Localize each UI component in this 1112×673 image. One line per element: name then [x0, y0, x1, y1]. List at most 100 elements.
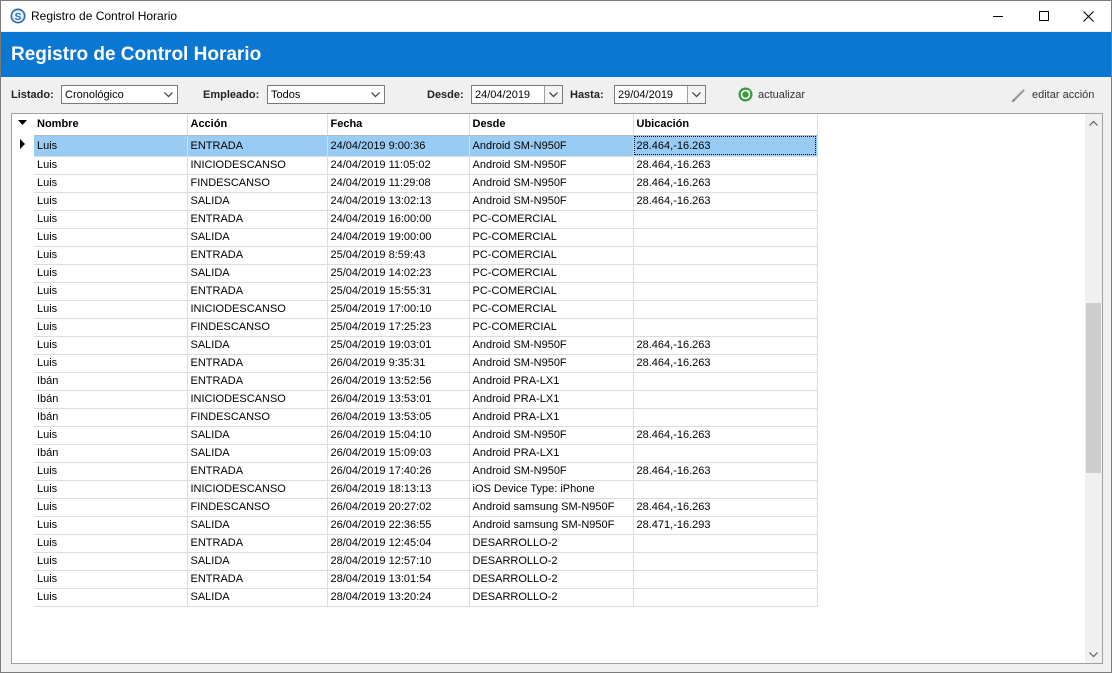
cell-ubicacion[interactable] — [633, 408, 818, 427]
row-header[interactable] — [12, 570, 34, 588]
cell-accion[interactable]: ENTRADA — [187, 372, 328, 391]
cell-nombre[interactable]: Luis — [34, 336, 188, 355]
table-row[interactable]: Luis SALIDA 24/04/2019 19:00:00 PC-COMERCIA… — [12, 228, 818, 247]
row-header[interactable] — [12, 192, 34, 210]
cell-nombre[interactable]: Luis — [34, 588, 188, 607]
table-row[interactable]: Luis SALIDA 25/04/2019 14:02:23 PC-COMERCIA… — [12, 264, 818, 283]
table-row[interactable]: Luis ENTRADA 26/04/2019 17:40:26 Android SM… — [12, 462, 818, 481]
row-header[interactable] — [12, 156, 34, 174]
desde-date-picker[interactable]: 24/04/2019 — [471, 85, 563, 104]
cell-accion[interactable]: ENTRADA — [187, 210, 328, 229]
cell-accion[interactable]: SALIDA — [187, 264, 328, 283]
cell-nombre[interactable]: Luis — [34, 516, 188, 535]
cell-ubicacion[interactable] — [633, 390, 818, 409]
cell-ubicacion[interactable] — [633, 264, 818, 283]
cell-fecha[interactable]: 26/04/2019 15:09:03 — [327, 444, 470, 463]
cell-fecha[interactable]: 28/04/2019 13:20:24 — [327, 588, 470, 607]
cell-nombre[interactable]: Luis — [34, 210, 188, 229]
column-header-accion[interactable]: Acción — [187, 114, 328, 136]
cell-desde[interactable]: Android SM-N950F — [469, 192, 634, 211]
cell-ubicacion[interactable]: 28.464,-16.263 — [633, 426, 818, 445]
cell-ubicacion[interactable] — [633, 588, 818, 607]
cell-ubicacion[interactable] — [633, 228, 818, 247]
scroll-up-button[interactable] — [1085, 114, 1102, 131]
maximize-button[interactable] — [1021, 1, 1067, 31]
cell-fecha[interactable]: 25/04/2019 15:55:31 — [327, 282, 470, 301]
cell-accion[interactable]: SALIDA — [187, 426, 328, 445]
column-header-desde[interactable]: Desde — [469, 114, 634, 136]
cell-nombre[interactable]: Luis — [34, 192, 188, 211]
cell-desde[interactable]: DESARROLLO-2 — [469, 552, 634, 571]
cell-ubicacion[interactable]: 28.464,-16.263 — [633, 336, 818, 355]
cell-nombre[interactable]: Luis — [34, 264, 188, 283]
cell-desde[interactable]: PC-COMERCIAL — [469, 246, 634, 265]
cell-desde[interactable]: Android SM-N950F — [469, 462, 634, 481]
table-row[interactable]: Luis ENTRADA 24/04/2019 9:00:36 Android SM-… — [12, 135, 818, 157]
row-header[interactable] — [12, 264, 34, 282]
cell-desde[interactable]: Android SM-N950F — [469, 336, 634, 355]
cell-nombre[interactable]: Luis — [34, 552, 188, 571]
cell-ubicacion[interactable] — [633, 480, 818, 499]
cell-desde[interactable]: Android PRA-LX1 — [469, 390, 634, 409]
cell-accion[interactable]: FINDESCANSO — [187, 174, 328, 193]
table-row[interactable]: Luis ENTRADA 25/04/2019 15:55:31 PC-COMERCI… — [12, 282, 818, 301]
cell-nombre[interactable]: Luis — [34, 318, 188, 337]
vertical-scrollbar[interactable] — [1085, 114, 1102, 663]
cell-desde[interactable]: PC-COMERCIAL — [469, 318, 634, 337]
hasta-date-picker[interactable]: 29/04/2019 — [614, 85, 706, 104]
cell-desde[interactable]: DESARROLLO-2 — [469, 588, 634, 607]
cell-fecha[interactable]: 25/04/2019 17:00:10 — [327, 300, 470, 319]
cell-fecha[interactable]: 28/04/2019 12:45:04 — [327, 534, 470, 553]
table-row[interactable]: Luis FINDESCANSO 26/04/2019 20:27:02 Androi… — [12, 498, 818, 517]
cell-nombre[interactable]: Luis — [34, 246, 188, 265]
row-header[interactable] — [12, 318, 34, 336]
cell-ubicacion[interactable]: 28.464,-16.263 — [633, 174, 818, 193]
table-row[interactable]: Luis FINDESCANSO 25/04/2019 17:25:23 PC-COM… — [12, 318, 818, 337]
listado-select[interactable]: Cronológico — [61, 85, 178, 104]
cell-ubicacion[interactable] — [633, 552, 818, 571]
table-row[interactable]: Luis ENTRADA 28/04/2019 12:45:04 DESARROLLO… — [12, 534, 818, 553]
table-row[interactable]: Luis SALIDA 26/04/2019 15:04:10 Android SM-… — [12, 426, 818, 445]
cell-fecha[interactable]: 24/04/2019 9:00:36 — [327, 135, 470, 157]
table-row[interactable]: Ibán INICIODESCANSO 26/04/2019 13:53:01 And… — [12, 390, 818, 409]
table-row[interactable]: Luis INICIODESCANSO 24/04/2019 11:05:02 And… — [12, 156, 818, 175]
cell-nombre[interactable]: Luis — [34, 135, 188, 157]
table-row[interactable]: Luis FINDESCANSO 24/04/2019 11:29:08 Androi… — [12, 174, 818, 193]
table-row[interactable]: Ibán FINDESCANSO 26/04/2019 13:53:05 Androi… — [12, 408, 818, 427]
cell-fecha[interactable]: 24/04/2019 19:00:00 — [327, 228, 470, 247]
cell-fecha[interactable]: 24/04/2019 16:00:00 — [327, 210, 470, 229]
row-header[interactable] — [12, 300, 34, 318]
cell-accion[interactable]: ENTRADA — [187, 534, 328, 553]
cell-accion[interactable]: FINDESCANSO — [187, 318, 328, 337]
cell-accion[interactable]: ENTRADA — [187, 135, 328, 157]
cell-accion[interactable]: ENTRADA — [187, 570, 328, 589]
cell-ubicacion[interactable] — [633, 444, 818, 463]
table-row[interactable]: Luis SALIDA 26/04/2019 22:36:55 Android sam… — [12, 516, 818, 535]
cell-nombre[interactable]: Luis — [34, 174, 188, 193]
row-header[interactable] — [12, 354, 34, 372]
cell-desde[interactable]: PC-COMERCIAL — [469, 282, 634, 301]
cell-fecha[interactable]: 28/04/2019 13:01:54 — [327, 570, 470, 589]
edit-action-button[interactable]: editar acción — [1011, 87, 1094, 103]
cell-nombre[interactable]: Luis — [34, 462, 188, 481]
cell-ubicacion[interactable] — [633, 210, 818, 229]
cell-fecha[interactable]: 24/04/2019 11:29:08 — [327, 174, 470, 193]
table-row[interactable]: Luis SALIDA 24/04/2019 13:02:13 Android SM-… — [12, 192, 818, 211]
table-row[interactable]: Luis SALIDA 28/04/2019 12:57:10 DESARROLLO-… — [12, 552, 818, 571]
cell-ubicacion[interactable]: 28.464,-16.263 — [633, 135, 818, 157]
cell-nombre[interactable]: Ibán — [34, 444, 188, 463]
cell-fecha[interactable]: 25/04/2019 19:03:01 — [327, 336, 470, 355]
cell-ubicacion[interactable] — [633, 282, 818, 301]
cell-accion[interactable]: FINDESCANSO — [187, 408, 328, 427]
cell-desde[interactable]: PC-COMERCIAL — [469, 264, 634, 283]
cell-fecha[interactable]: 26/04/2019 15:04:10 — [327, 426, 470, 445]
cell-accion[interactable]: SALIDA — [187, 336, 328, 355]
cell-accion[interactable]: INICIODESCANSO — [187, 390, 328, 409]
cell-fecha[interactable]: 25/04/2019 14:02:23 — [327, 264, 470, 283]
table-row[interactable]: Luis SALIDA 28/04/2019 13:20:24 DESARROLLO-… — [12, 588, 818, 607]
cell-fecha[interactable]: 26/04/2019 18:13:13 — [327, 480, 470, 499]
cell-nombre[interactable]: Luis — [34, 354, 188, 373]
cell-ubicacion[interactable]: 28.464,-16.263 — [633, 354, 818, 373]
cell-nombre[interactable]: Ibán — [34, 408, 188, 427]
cell-fecha[interactable]: 25/04/2019 8:59:43 — [327, 246, 470, 265]
